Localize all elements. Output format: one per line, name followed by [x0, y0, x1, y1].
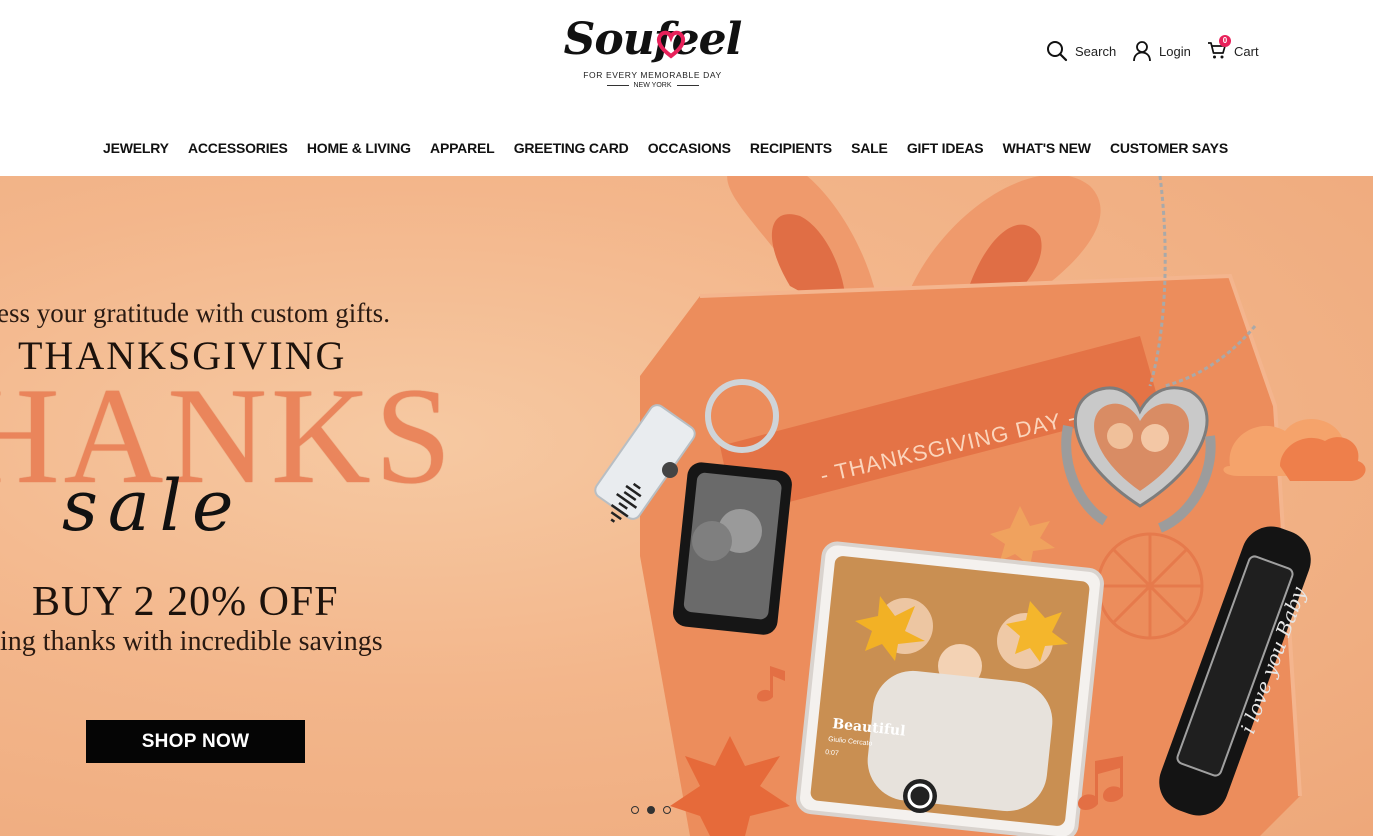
heart-icon [656, 30, 685, 59]
main-navigation: JEWELRY ACCESSORIES HOME & LIVING APPARE… [0, 136, 1373, 160]
site-header: Soufeel FOR EVERY MEMORABLE DAY NEW YORK… [0, 0, 1373, 176]
hero-gratitude-line: ress your gratitude with custom gifts. [0, 298, 390, 328]
login-label: Login [1159, 43, 1191, 59]
login-button[interactable]: Login [1132, 40, 1191, 62]
hero-offer: BUY 2 20% OFF [32, 579, 339, 625]
carousel-dot-1[interactable] [631, 806, 639, 814]
nav-item-home-living[interactable]: HOME & LIVING [297, 136, 420, 160]
nav-item-accessories[interactable]: ACCESSORIES [178, 136, 297, 160]
plaque-time: 0:07 [825, 749, 839, 757]
nav-item-greeting-card[interactable]: GREETING CARD [504, 136, 638, 160]
cart-label: Cart [1234, 43, 1259, 59]
nav-item-gift-ideas[interactable]: GIFT IDEAS [897, 136, 993, 160]
hero-copy: ress your gratitude with custom gifts. T… [0, 176, 560, 836]
logo-location: NEW YORK [560, 82, 745, 89]
search-button[interactable]: Search [1046, 40, 1116, 62]
hero-sale-script: sale [62, 465, 244, 547]
cart-button[interactable]: 0 Cart [1207, 35, 1259, 62]
carousel-indicators [631, 806, 671, 814]
logo-tagline: FOR EVERY MEMORABLE DAY [583, 70, 722, 80]
search-icon [1047, 41, 1068, 62]
nav-list: JEWELRY ACCESSORIES HOME & LIVING APPARE… [93, 136, 1237, 160]
brand-logo[interactable]: Soufeel FOR EVERY MEMORABLE DAY NEW YORK [560, 12, 745, 102]
photo-plaque-product: Beautiful Giulio Cercato 0:07 [796, 541, 1104, 836]
hero-savings-line: ving thanks with incredible savings [0, 626, 383, 657]
shop-now-button[interactable]: SHOP NOW [86, 720, 305, 763]
cart-count-badge: 0 [1219, 35, 1231, 47]
nav-item-sale[interactable]: SALE [842, 136, 898, 160]
hero-banner[interactable]: - THANKSGIVING DAY - Beautiful Giulio Ce… [0, 176, 1373, 836]
ferris-wheel-illustration [1096, 532, 1204, 640]
logo-wordmark: Soufeel [563, 12, 743, 68]
search-label: Search [1075, 43, 1117, 59]
nav-item-whats-new[interactable]: WHAT'S NEW [993, 136, 1100, 160]
nav-item-apparel[interactable]: APPAREL [420, 136, 504, 160]
logo-location-text: NEW YORK [633, 82, 672, 89]
carousel-dot-2[interactable] [647, 806, 655, 814]
carousel-dot-3[interactable] [663, 806, 671, 814]
nav-item-customer-says[interactable]: CUSTOMER SAYS [1100, 136, 1237, 160]
user-icon [1133, 41, 1151, 62]
nav-item-recipients[interactable]: RECIPIENTS [740, 136, 841, 160]
nav-item-jewelry[interactable]: JEWELRY [93, 136, 178, 160]
nav-item-occasions[interactable]: OCCASIONS [638, 136, 740, 160]
logo-text: Soufeel [563, 14, 743, 65]
